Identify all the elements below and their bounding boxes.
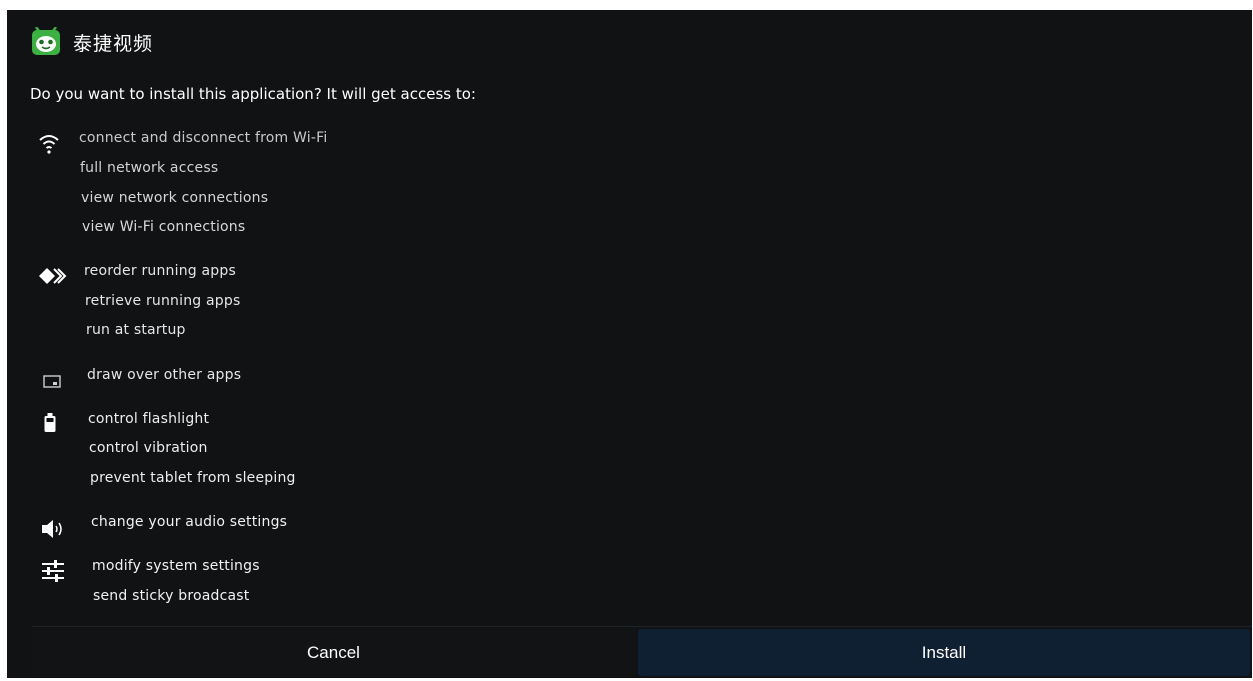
app-header: 泰捷视频 — [31, 24, 153, 60]
permission-item: connect and disconnect from Wi-Fi — [79, 130, 328, 146]
button-bar: Cancel Install — [32, 626, 1252, 678]
speaker-icon — [35, 516, 71, 542]
apps-diamond-icon — [34, 263, 70, 289]
install-prompt: Do you want to install this application?… — [30, 85, 476, 103]
permission-item: control flashlight — [88, 411, 210, 427]
app-title: 泰捷视频 — [73, 32, 154, 55]
permission-item: prevent tablet from sleeping — [90, 470, 296, 486]
install-button[interactable]: Install — [638, 629, 1250, 676]
permission-item: change your audio settings — [91, 514, 288, 530]
permission-item: modify system settings — [92, 558, 260, 574]
permission-item: draw over other apps — [87, 367, 242, 383]
permission-group-power: control flashlight control vibration pre… — [29, 408, 429, 498]
window-icon — [34, 368, 70, 394]
wifi-icon — [31, 130, 67, 156]
permission-item: view Wi-Fi connections — [82, 219, 246, 235]
battery-icon — [32, 410, 68, 436]
green-robot-app-icon — [32, 27, 60, 55]
permission-item: run at startup — [86, 322, 186, 338]
permission-item: full network access — [80, 160, 219, 176]
permission-group-apps: reorder running apps retrieve running ap… — [29, 260, 429, 350]
permission-group-system: modify system settings send sticky broad… — [29, 556, 429, 616]
install-dialog: 泰捷视频 Do you want to install this applica… — [7, 10, 1252, 678]
permission-item: retrieve running apps — [85, 293, 241, 309]
permission-item: control vibration — [89, 440, 208, 456]
permission-group-overlay: draw over other apps — [29, 364, 429, 394]
permission-group-audio: change your audio settings — [29, 512, 429, 542]
permission-group-network: connect and disconnect from Wi-Fi full n… — [29, 126, 429, 246]
cancel-button[interactable]: Cancel — [32, 629, 635, 676]
permission-item: send sticky broadcast — [93, 588, 250, 604]
permission-item: view network connections — [81, 190, 269, 206]
sliders-icon — [35, 558, 71, 584]
permission-item: reorder running apps — [84, 263, 236, 279]
